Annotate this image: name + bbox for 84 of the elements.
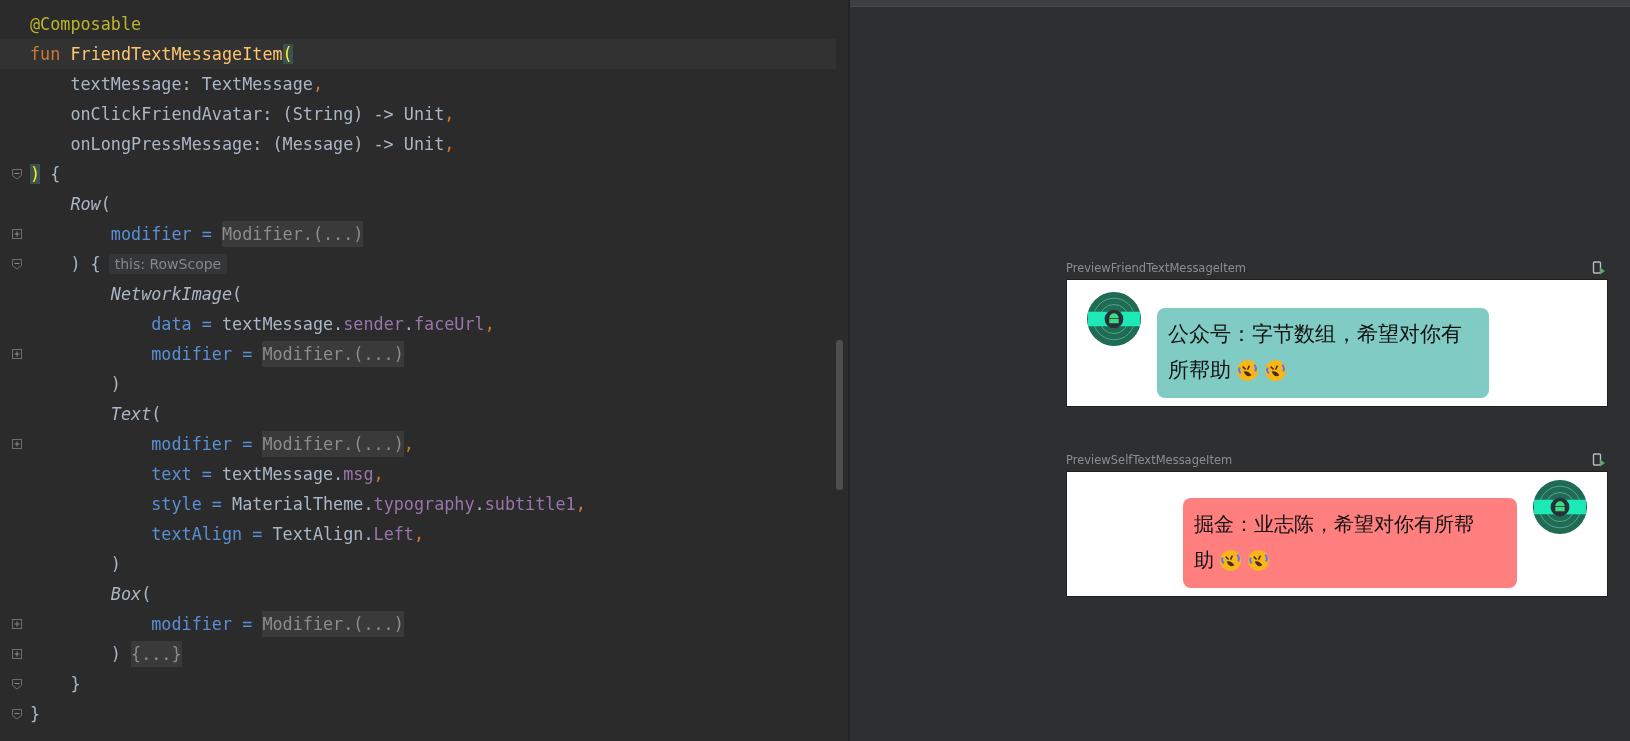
laughing-emoji-icon	[1219, 548, 1242, 572]
expand-fold-icon[interactable]	[11, 228, 23, 240]
preview-title: PreviewSelfTextMessageItem	[1066, 453, 1233, 467]
expand-fold-icon[interactable]	[11, 348, 23, 360]
code-token: sender	[343, 314, 404, 334]
collapse-fold-icon[interactable]	[11, 168, 23, 180]
code-token: modifier =	[150, 614, 254, 634]
preview-title: PreviewFriendTextMessageItem	[1066, 261, 1246, 275]
expand-fold-icon[interactable]	[11, 618, 23, 630]
avatar-icon[interactable]	[1087, 292, 1141, 346]
code-editor[interactable]	[0, 0, 850, 741]
code-token: ,	[312, 74, 323, 94]
code-token: typography	[373, 494, 475, 514]
code-token: onLongPressMessage: (Message) -> Unit	[69, 134, 445, 154]
code-token: modifier =	[150, 434, 254, 454]
message-text: 助	[1194, 547, 1214, 574]
code-token: .	[474, 494, 485, 514]
laughing-emoji-icon	[1247, 548, 1270, 572]
code-token: ,	[403, 434, 414, 454]
code-token: .	[403, 314, 414, 334]
matched-bracket: (	[282, 44, 293, 64]
code-token: (	[100, 194, 111, 214]
code-token: data =	[150, 314, 213, 334]
deploy-to-device-icon[interactable]	[1592, 261, 1606, 275]
folded-code[interactable]: Modifier.(...)	[262, 611, 404, 637]
expand-fold-icon[interactable]	[11, 648, 23, 660]
code-token: ,	[373, 464, 384, 484]
deploy-to-device-icon[interactable]	[1592, 453, 1606, 467]
message-bubble[interactable]: 公众号：字节数组，希望对你有 所帮助	[1157, 308, 1489, 398]
code-token: }	[69, 674, 81, 694]
folded-code[interactable]: Modifier.(...)	[221, 221, 364, 247]
code-token: faceUrl	[413, 314, 485, 334]
code-token: Row	[69, 194, 101, 214]
code-token: FriendTextMessageItem	[70, 44, 283, 64]
collapse-fold-icon[interactable]	[11, 258, 23, 270]
scrollbar-thumb[interactable]	[836, 340, 843, 490]
code-token: ,	[444, 134, 455, 154]
code-token: Box	[109, 584, 142, 604]
laughing-emoji-icon	[1264, 358, 1287, 382]
code-token: subtitle1	[484, 494, 576, 514]
matched-bracket: )	[30, 164, 41, 184]
code-token: textMessage.	[221, 464, 344, 484]
code-token: style =	[150, 494, 223, 514]
code-token: @Composable	[30, 14, 142, 34]
avatar-icon[interactable]	[1533, 480, 1587, 534]
collapse-fold-icon[interactable]	[11, 678, 23, 690]
code-token: onClickFriendAvatar: (String) -> Unit	[69, 104, 445, 124]
code-token: )	[109, 374, 121, 394]
code-token: ,	[444, 104, 455, 124]
code-token: ,	[413, 524, 425, 544]
collapse-fold-icon[interactable]	[11, 708, 23, 720]
message-text: 公众号：字节数组，希望对你有	[1168, 321, 1462, 348]
folded-code[interactable]: Modifier.(...)	[262, 431, 404, 457]
expand-fold-icon[interactable]	[11, 438, 23, 450]
code-token: (	[232, 284, 243, 304]
code-token: Text	[109, 404, 152, 424]
code-token: TextAlign.	[272, 524, 374, 544]
code-token: {	[49, 164, 61, 184]
code-token: fun	[30, 44, 62, 64]
folded-code[interactable]: {...}	[131, 641, 182, 667]
message-text: 掘金：业志陈，希望对你有所帮	[1194, 511, 1474, 538]
code-token: textAlign =	[150, 524, 264, 544]
code-token: MaterialTheme.	[232, 494, 374, 514]
inlay-hint: this: RowScope	[108, 254, 228, 274]
code-token: text =	[150, 464, 213, 484]
code-token: modifier =	[109, 224, 213, 244]
code-token: )	[109, 554, 121, 574]
code-token: ,	[575, 494, 586, 514]
code-token: textMessage.	[221, 314, 344, 334]
code-token: NetworkImage	[109, 284, 233, 304]
folded-code[interactable]: Modifier.(...)	[262, 341, 404, 367]
message-bubble[interactable]: 掘金：业志陈，希望对你有所帮 助	[1183, 498, 1517, 588]
code-token: modifier =	[150, 344, 254, 364]
code-token: (	[141, 584, 152, 604]
code-token: )	[109, 644, 122, 664]
code-token: ,	[484, 314, 495, 334]
code-token: msg	[343, 464, 374, 484]
code-token: }	[30, 704, 41, 724]
laughing-emoji-icon	[1236, 358, 1259, 382]
code-token: textMessage: TextMessage	[69, 74, 313, 94]
code-token: (	[151, 404, 162, 424]
message-text: 所帮助	[1168, 357, 1231, 384]
code-token: Left	[373, 524, 414, 544]
code-token: ) {	[69, 254, 101, 274]
